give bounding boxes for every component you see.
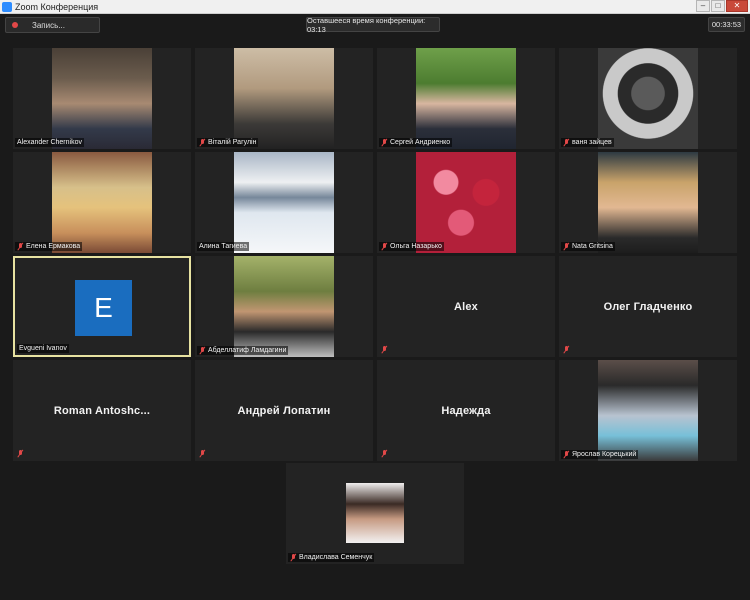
participant-video [234, 256, 334, 357]
participant-name-tag: Віталій Рагулін [197, 138, 259, 147]
participant-name: Алина Тагиева [199, 243, 248, 250]
participant-video [52, 48, 152, 149]
mic-muted-icon [290, 553, 297, 562]
participant-video [598, 152, 698, 253]
window-controls: – □ ✕ [696, 0, 748, 13]
participant-video [416, 152, 516, 253]
participant-name-tag: Алина Тагиева [197, 242, 250, 251]
participant-tile[interactable]: Alexander Chernikov [13, 48, 191, 149]
participant-tile[interactable]: Віталій Рагулін [195, 48, 373, 149]
mic-muted-icon [199, 138, 206, 147]
mic-muted-icon [563, 138, 570, 147]
mic-muted-icon [17, 242, 24, 251]
participant-video [346, 483, 404, 543]
mic-muted-icon [199, 346, 206, 355]
participant-name-tag: Владислава Семенчук [288, 553, 375, 562]
maximize-button[interactable]: □ [711, 0, 725, 12]
participant-name: ваня зайцев [572, 139, 612, 146]
participant-name-large: Надежда [441, 404, 491, 417]
participant-name: Елена Ермакова [26, 243, 81, 250]
record-label: Запись... [32, 20, 65, 30]
participant-video [416, 48, 516, 149]
participant-video [598, 360, 698, 461]
record-icon [12, 22, 18, 28]
participant-name-tag: Ольга Назарько [379, 242, 444, 251]
participant-tile[interactable]: Alex [377, 256, 555, 357]
mic-muted-icon [381, 450, 388, 458]
elapsed-time-display: 00:33:53 [708, 17, 745, 32]
participant-name: Ольга Назарько [390, 243, 442, 250]
participant-tile[interactable]: Roman Antoshc... [13, 360, 191, 461]
participant-tile[interactable]: Ярослав Корецький [559, 360, 737, 461]
participant-video [234, 48, 334, 149]
participant-avatar: E [75, 280, 132, 336]
remaining-time-display: Оставшееся время конференции: 03:13 [306, 16, 440, 34]
zoom-app-icon [2, 2, 12, 12]
window-titlebar: Zoom Конференция – □ ✕ [0, 0, 750, 14]
mic-muted-icon [381, 346, 388, 354]
close-button[interactable]: ✕ [726, 0, 748, 12]
participant-name-large: Roman Antoshc... [53, 404, 151, 417]
participant-name-tag: Сергей Андриенко [379, 138, 453, 147]
participant-name: Ярослав Корецький [572, 451, 637, 458]
participant-tile[interactable]: Ольга Назарько [377, 152, 555, 253]
participant-name: Alexander Chernikov [17, 139, 82, 146]
participant-tile[interactable]: Олег Гладченко [559, 256, 737, 357]
participant-name: Сергей Андриенко [390, 139, 451, 146]
window-title: Zoom Конференция [15, 2, 99, 12]
participant-name-large: Андрей Лопатин [237, 404, 331, 417]
participant-tile[interactable]: Елена Ермакова [13, 152, 191, 253]
mic-muted-icon [17, 450, 24, 458]
participant-tile[interactable]: Nata Gritsina [559, 152, 737, 253]
mic-muted-icon [199, 450, 206, 458]
participant-name: Nata Gritsina [572, 243, 613, 250]
participant-name-tag: Елена Ермакова [15, 242, 83, 251]
participant-tile[interactable]: ваня зайцев [559, 48, 737, 149]
participant-name: Віталій Рагулін [208, 139, 257, 146]
participant-name-tag: Nata Gritsina [561, 242, 615, 251]
participant-tile[interactable]: Алина Тагиева [195, 152, 373, 253]
participant-name-tag: Ярослав Корецький [561, 450, 639, 459]
participant-name-tag: Evgueni Ivanov [17, 344, 69, 353]
participant-name: Абделлатиф Ламдагини [208, 347, 287, 354]
participant-name: Evgueni Ivanov [19, 345, 67, 352]
mic-muted-icon [563, 242, 570, 251]
participant-tile[interactable]: Надежда [377, 360, 555, 461]
participant-name-tag: ваня зайцев [561, 138, 614, 147]
minimize-button[interactable]: – [696, 0, 710, 12]
participant-tile[interactable]: Сергей Андриенко [377, 48, 555, 149]
participant-tile[interactable]: Андрей Лопатин [195, 360, 373, 461]
participant-name-large: Олег Гладченко [603, 300, 693, 313]
mic-muted-icon [381, 138, 388, 147]
participant-tile[interactable]: Абделлатиф Ламдагини [195, 256, 373, 357]
mic-muted-icon [563, 346, 570, 354]
participant-name: Владислава Семенчук [299, 554, 373, 561]
mic-muted-icon [563, 450, 570, 459]
record-button[interactable]: Запись... [5, 17, 100, 33]
participant-video [234, 152, 334, 253]
meeting-topbar: Запись... Оставшееся время конференции: … [0, 14, 750, 38]
participant-video [52, 152, 152, 253]
participant-name-large: Alex [453, 300, 479, 313]
mic-muted-icon [381, 242, 388, 251]
participant-name-tag: Абделлатиф Ламдагини [197, 346, 289, 355]
participant-tile-active-speaker[interactable]: E Evgueni Ivanov [13, 256, 191, 357]
participant-tile[interactable]: Владислава Семенчук [286, 463, 464, 564]
participant-video [598, 48, 698, 149]
participant-name-tag: Alexander Chernikov [15, 138, 84, 147]
